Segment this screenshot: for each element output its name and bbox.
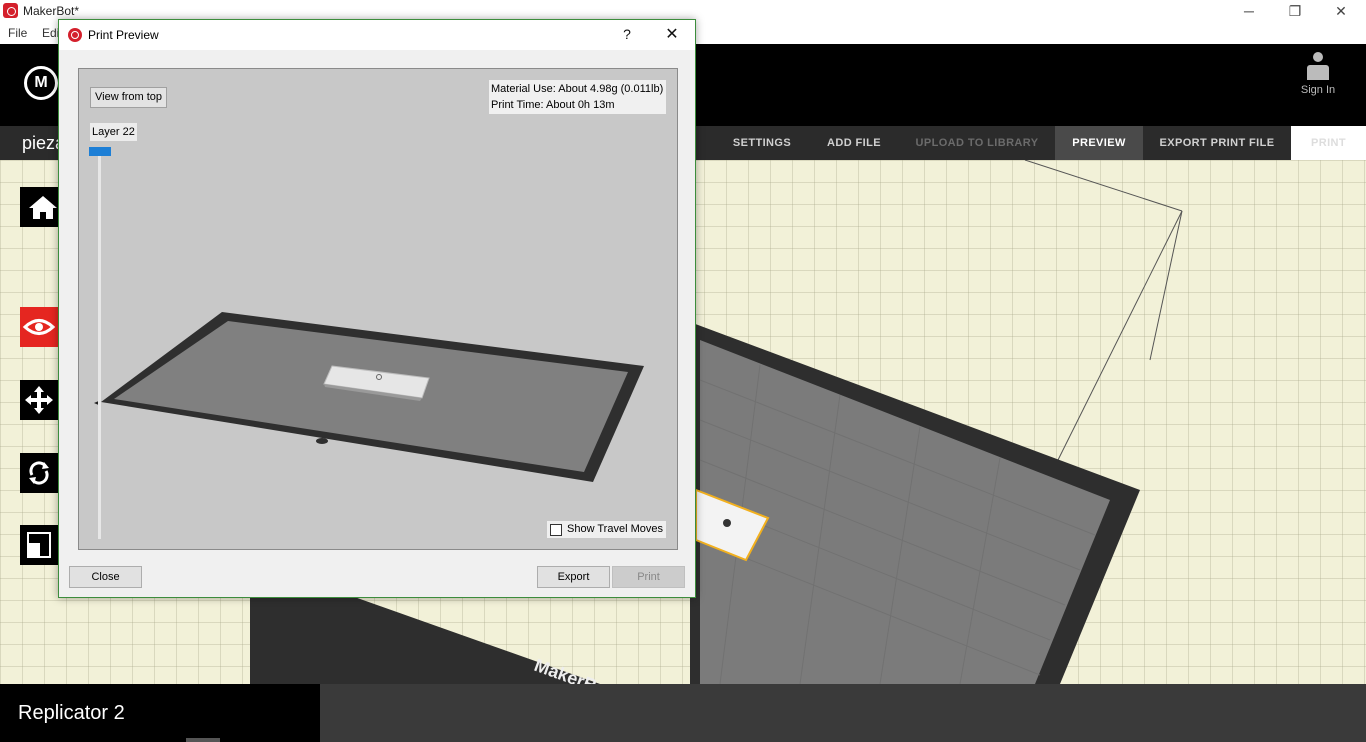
scale-icon [27, 532, 51, 558]
dialog-titlebar: Print Preview ? ✕ [59, 20, 695, 50]
print-time: Print Time: About 0h 13m [491, 99, 615, 111]
view-button[interactable] [20, 307, 58, 347]
nav-upload-to-library[interactable]: UPLOAD TO LIBRARY [908, 126, 1046, 160]
help-button[interactable]: ? [619, 26, 635, 42]
panel-tab [186, 738, 220, 742]
window-close-button[interactable]: ✕ [1318, 0, 1364, 22]
home-view-button[interactable] [20, 187, 58, 227]
home-icon [29, 196, 57, 219]
sign-in-label: Sign In [1300, 84, 1336, 96]
layer-label: Layer 22 [90, 123, 137, 141]
nav-settings[interactable]: SETTINGS [724, 126, 800, 160]
nav-add-file[interactable]: ADD FILE [816, 126, 892, 160]
print-button[interactable]: Print [612, 566, 685, 588]
nav-export-print-file[interactable]: EXPORT PRINT FILE [1152, 126, 1282, 160]
makerbot-dialog-icon [68, 28, 82, 42]
print-stats: Material Use: About 4.98g (0.011lb) Prin… [489, 80, 666, 114]
user-icon [1305, 52, 1331, 82]
print-preview-area[interactable]: View from top Layer 22 Material Use: Abo… [78, 68, 678, 550]
menu-edit[interactable]: Edi [42, 26, 59, 40]
nav-preview[interactable]: PREVIEW [1055, 126, 1143, 160]
nav-print[interactable]: PRINT [1291, 126, 1366, 160]
layer-slider-handle[interactable] [89, 147, 111, 156]
move-button[interactable] [20, 380, 58, 420]
view-from-top-button[interactable]: View from top [90, 87, 168, 108]
window-title: MakerBot* [23, 4, 80, 18]
dialog-title: Print Preview [88, 28, 159, 42]
restore-button[interactable]: ❐ [1272, 0, 1318, 22]
makerbot-logo [24, 66, 58, 100]
export-button[interactable]: Export [537, 566, 610, 588]
build-plate-surface [700, 340, 1110, 684]
show-travel-moves-option[interactable]: Show Travel Moves [547, 521, 666, 538]
close-button[interactable]: Close [69, 566, 142, 588]
show-travel-moves-checkbox[interactable] [550, 524, 562, 536]
dialog-close-icon[interactable]: ✕ [663, 24, 681, 44]
bottom-bar: Replicator 2 [0, 684, 1366, 742]
printer-name: Replicator 2 [18, 702, 125, 724]
move-icon [25, 386, 53, 414]
preview-scene [94, 312, 644, 482]
minimize-button[interactable]: ─ [1226, 0, 1272, 22]
print-preview-dialog: Print Preview ? ✕ View from top Layer 22… [58, 19, 696, 598]
rotate-icon [29, 461, 49, 485]
material-use: Material Use: About 4.98g (0.011lb) [491, 83, 664, 95]
printer-panel[interactable]: Replicator 2 [0, 684, 320, 742]
eye-icon [22, 319, 56, 335]
show-travel-moves-label: Show Travel Moves [567, 523, 663, 535]
layer-slider-track[interactable] [98, 151, 101, 539]
makerbot-app-icon [3, 3, 18, 18]
menu-file[interactable]: File [8, 26, 27, 40]
rotate-button[interactable] [20, 453, 58, 493]
scale-button[interactable] [20, 525, 58, 565]
sign-in-button[interactable]: Sign In [1298, 52, 1338, 96]
